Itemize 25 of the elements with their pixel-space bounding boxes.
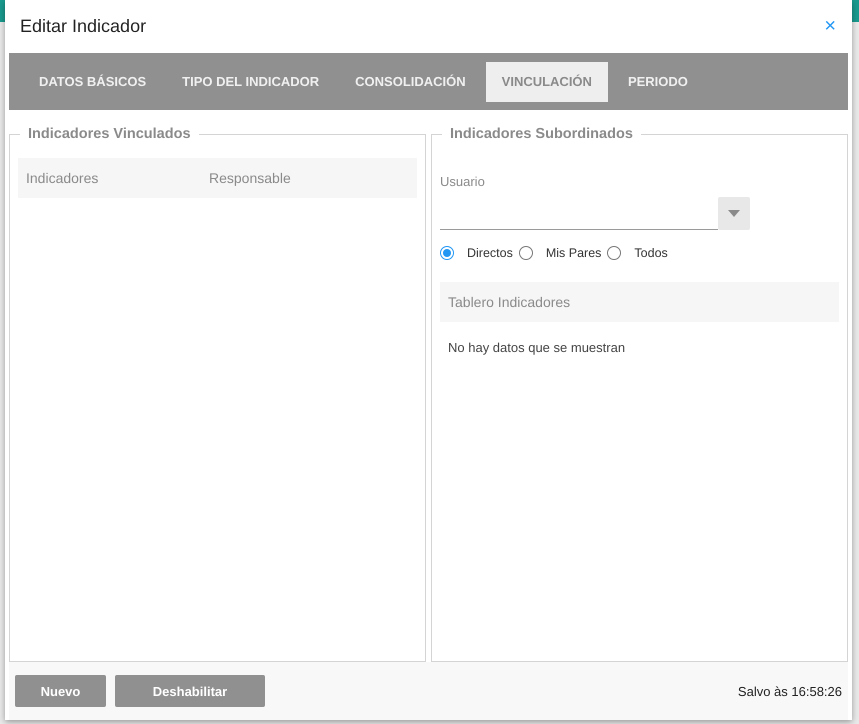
dropdown-button[interactable] bbox=[718, 197, 750, 230]
column-header: Tablero Indicadores bbox=[448, 294, 570, 310]
column-header: Indicadores bbox=[26, 170, 100, 186]
footer-button[interactable]: Nuevo bbox=[15, 675, 106, 707]
tab[interactable]: CONSOLIDACIÓN bbox=[339, 62, 482, 102]
footer-button[interactable]: Deshabilitar bbox=[115, 675, 265, 707]
panel-legend: Indicadores Subordinados bbox=[442, 126, 641, 142]
tab[interactable]: VINCULACIÓN bbox=[486, 62, 608, 102]
radio-label: Directos bbox=[467, 246, 513, 260]
radio-button[interactable] bbox=[607, 246, 622, 260]
tab[interactable]: TIPO DEL INDICADOR bbox=[166, 62, 336, 102]
column-header: Responsable bbox=[209, 170, 291, 186]
radio-button[interactable] bbox=[440, 246, 454, 260]
tab[interactable]: DATOS BÁSICOS bbox=[23, 62, 162, 102]
tab[interactable]: PERIODO bbox=[612, 62, 704, 102]
field-label: Usuario bbox=[440, 174, 486, 189]
radio-label: Todos bbox=[634, 246, 668, 260]
empty-message: No hay datos que se muestran bbox=[447, 339, 626, 357]
caret-icon bbox=[728, 210, 740, 217]
radio-button[interactable] bbox=[518, 246, 533, 260]
panel-legend: Indicadores Vinculados bbox=[20, 126, 199, 142]
radio-label: Mis Pares bbox=[546, 246, 602, 260]
close-button[interactable]: × bbox=[820, 15, 840, 38]
save-status: Salvo às 16:58:26 bbox=[738, 684, 842, 698]
dialog-title: Editar Indicador bbox=[20, 16, 146, 37]
